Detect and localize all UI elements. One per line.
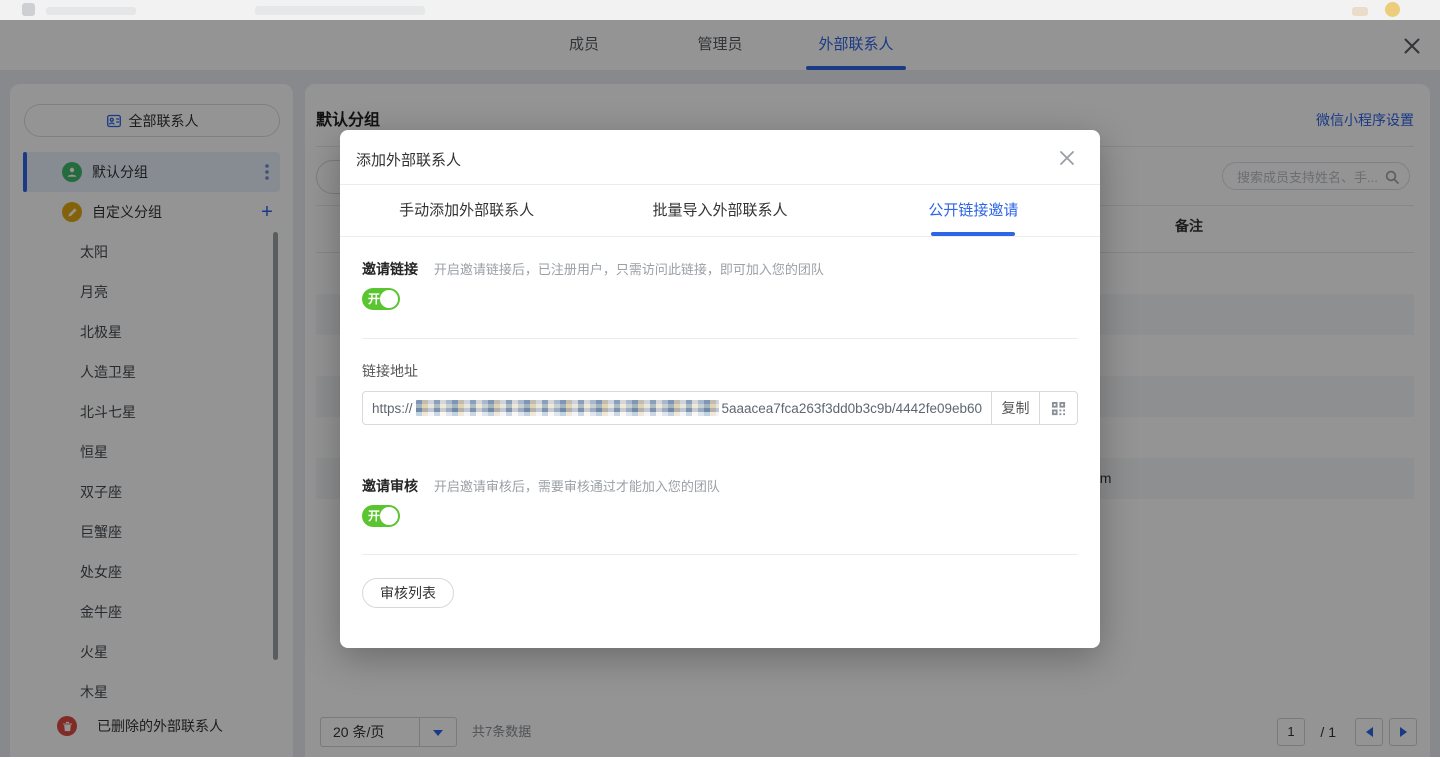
invite-link-toggle[interactable]: 开 (362, 288, 400, 310)
modal-close-button[interactable] (1054, 145, 1080, 171)
modal-tabbar: 手动添加外部联系人 批量导入外部联系人 公开链接邀请 (340, 185, 1100, 237)
divider (362, 338, 1078, 339)
faded-app-icon (22, 3, 35, 16)
toggle-on-label: 开 (368, 292, 380, 306)
qr-code-button[interactable] (1040, 391, 1078, 425)
copy-link-button[interactable]: 复制 (992, 391, 1040, 425)
modal-title: 添加外部联系人 (356, 149, 461, 170)
modal-tab-public-link-invite[interactable]: 公开链接邀请 (847, 185, 1100, 236)
close-icon (1057, 148, 1077, 168)
add-external-contact-modal: 添加外部联系人 手动添加外部联系人 批量导入外部联系人 公开链接邀请 邀请链接 … (340, 130, 1100, 648)
url-prefix: https:// (372, 401, 413, 416)
toggle-knob (380, 290, 398, 308)
modal-tab-manual-add[interactable]: 手动添加外部联系人 (340, 185, 593, 236)
link-address-group: https:// 5aaacea7fca263f3dd0b3c9b/4442fe… (362, 391, 1078, 425)
toggle-on-label: 开 (368, 509, 380, 523)
invite-link-description: 开启邀请链接后，已注册用户，只需访问此链接，即可加入您的团队 (434, 262, 824, 277)
link-address-label: 链接地址 (362, 363, 1078, 379)
background-page-strip (0, 0, 1440, 20)
url-redacted-segment (416, 400, 719, 416)
review-list-button[interactable]: 审核列表 (362, 578, 454, 608)
toggle-knob (380, 507, 398, 525)
invite-link-label: 邀请链接 (362, 261, 418, 277)
invite-review-description: 开启邀请审核后，需要审核通过才能加入您的团队 (434, 479, 720, 494)
modal-header: 添加外部联系人 (340, 130, 1100, 185)
divider (362, 554, 1078, 555)
faded-text-smudge (255, 6, 425, 15)
modal-body: 邀请链接 开启邀请链接后，已注册用户，只需访问此链接，即可加入您的团队 开 链接… (340, 261, 1100, 608)
invite-review-toggle[interactable]: 开 (362, 505, 400, 527)
link-address-input[interactable]: https:// 5aaacea7fca263f3dd0b3c9b/4442fe… (362, 391, 992, 425)
faded-flower-icon (1385, 2, 1400, 17)
faded-emoji-smudge (1352, 7, 1368, 16)
qr-code-icon (1051, 401, 1066, 416)
faded-text-smudge (46, 7, 136, 15)
url-suffix: 5aaacea7fca263f3dd0b3c9b/4442fe09eb60 (722, 401, 983, 416)
invite-review-label: 邀请审核 (362, 478, 418, 494)
modal-tab-batch-import[interactable]: 批量导入外部联系人 (593, 185, 846, 236)
